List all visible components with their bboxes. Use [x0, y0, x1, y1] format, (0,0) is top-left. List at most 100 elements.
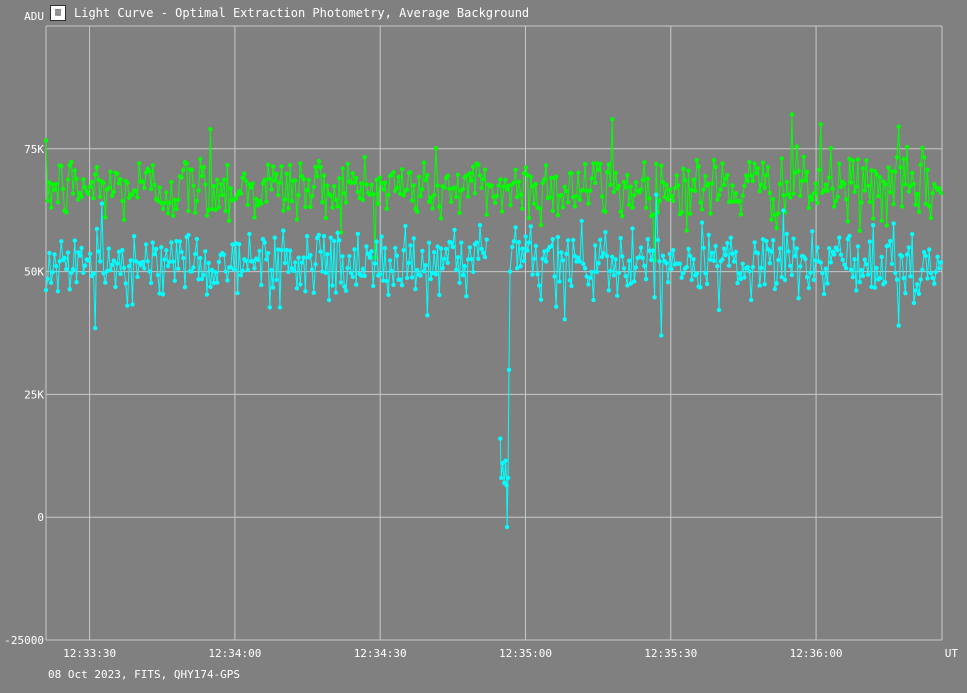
data-point — [550, 237, 555, 242]
data-point — [72, 238, 78, 243]
data-point — [823, 182, 828, 187]
data-point — [389, 268, 394, 274]
data-point — [686, 168, 691, 173]
data-point — [759, 265, 764, 270]
data-point — [732, 259, 737, 264]
data-point — [543, 259, 549, 264]
data-point — [442, 256, 447, 262]
data-point — [549, 244, 554, 249]
data-point — [269, 267, 274, 273]
data-point — [489, 183, 494, 188]
data-point — [482, 167, 488, 172]
data-point — [665, 280, 671, 285]
data-point — [328, 193, 333, 198]
data-point — [318, 164, 323, 170]
data-point — [671, 198, 676, 204]
data-point — [120, 247, 125, 253]
data-point — [116, 181, 122, 186]
data-point — [415, 267, 420, 273]
data-point — [125, 180, 130, 186]
data-point — [769, 249, 774, 254]
data-point — [330, 283, 335, 288]
data-point — [101, 180, 106, 186]
data-point — [618, 209, 623, 214]
data-point — [194, 236, 200, 242]
data-point — [749, 297, 754, 303]
data-point — [401, 248, 406, 253]
data-point — [764, 238, 769, 244]
data-point — [930, 191, 935, 196]
data-point — [430, 206, 435, 211]
data-point — [257, 248, 262, 254]
data-point — [720, 161, 725, 166]
data-point — [882, 280, 888, 285]
data-point — [798, 193, 803, 198]
data-point — [520, 206, 525, 211]
data-point — [87, 184, 93, 189]
observation-info: 08 Oct 2023, FITS, QHY174-GPS — [48, 668, 241, 681]
data-point — [598, 237, 603, 242]
data-point — [603, 230, 608, 235]
data-point — [64, 267, 69, 272]
data-point — [557, 279, 562, 284]
data-point — [659, 333, 664, 338]
data-point — [130, 192, 135, 197]
data-point — [857, 279, 862, 285]
data-point — [587, 275, 593, 281]
data-point — [526, 240, 532, 245]
data-point — [704, 281, 710, 287]
data-point — [303, 204, 308, 210]
data-point — [291, 268, 296, 273]
data-point — [781, 193, 786, 198]
data-point — [299, 260, 305, 265]
data-point — [788, 263, 793, 268]
data-point — [871, 223, 876, 228]
data-point — [476, 162, 481, 167]
data-point — [818, 260, 823, 265]
data-point — [272, 235, 277, 240]
data-point — [937, 186, 942, 191]
data-point — [172, 278, 177, 283]
data-point — [610, 117, 615, 122]
data-point — [191, 183, 196, 189]
data-point — [448, 199, 454, 205]
data-point — [665, 197, 671, 202]
data-point — [267, 176, 272, 182]
data-point — [938, 260, 944, 265]
data-point — [384, 278, 389, 284]
data-point — [454, 194, 459, 200]
data-point — [755, 251, 761, 256]
data-point — [628, 184, 633, 189]
data-point — [298, 282, 303, 287]
data-point — [270, 285, 276, 290]
data-point — [937, 266, 942, 271]
data-point — [733, 191, 739, 196]
data-point — [259, 201, 264, 206]
data-point — [725, 172, 730, 178]
data-point — [204, 292, 210, 297]
x-axis-label: UT — [945, 647, 959, 660]
data-point — [794, 144, 800, 149]
data-point — [460, 273, 466, 278]
x-tick-label: 12:36:00 — [790, 647, 843, 660]
data-point — [103, 280, 108, 285]
data-point — [147, 269, 152, 274]
data-point — [123, 281, 128, 286]
data-point — [262, 240, 267, 245]
data-point — [843, 197, 849, 202]
data-point — [304, 188, 310, 193]
data-point — [793, 253, 798, 259]
data-point — [442, 185, 447, 190]
data-point — [504, 483, 509, 488]
data-point — [126, 264, 132, 269]
data-point — [513, 167, 518, 172]
data-point — [162, 257, 167, 262]
data-point — [820, 270, 825, 276]
data-point — [508, 202, 513, 208]
data-point — [762, 185, 767, 191]
data-point — [901, 275, 906, 281]
data-point — [70, 191, 76, 196]
data-point — [852, 189, 857, 195]
data-point — [225, 278, 230, 283]
data-point — [587, 188, 593, 193]
